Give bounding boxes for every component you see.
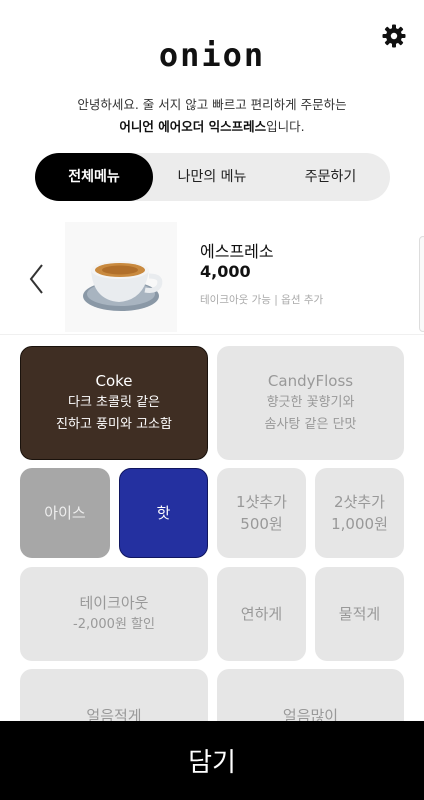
option-label: 아이스: [44, 504, 86, 522]
option-title: 테이크아웃: [79, 594, 149, 612]
option-label: 물적게: [338, 605, 381, 623]
option-price: 1,000원: [331, 515, 388, 533]
option-title: Coke: [95, 372, 133, 390]
option-label: 2샷추가: [334, 493, 385, 511]
tab-my-menu[interactable]: 나만의 메뉴: [153, 153, 271, 201]
bean-candyfloss-option[interactable]: CandyFloss 향긋한 꽃향기와 솜사탕 같은 단맛: [217, 346, 404, 460]
weaker-option[interactable]: 연하게: [217, 567, 306, 661]
add-2-shot-option[interactable]: 2샷추가 1,000원: [315, 468, 404, 558]
option-desc: 진하고 풍미와 고소함: [56, 417, 172, 432]
brand-logo: onion: [158, 36, 266, 74]
option-label: 핫: [156, 504, 171, 522]
espresso-image: [65, 222, 177, 332]
tab-all-menu[interactable]: 전체메뉴: [35, 153, 153, 201]
add-1-shot-option[interactable]: 1샷추가 500원: [217, 468, 306, 558]
divider: [0, 334, 424, 335]
next-product-peek[interactable]: [419, 236, 424, 332]
option-desc: 다크 초콜릿 같은: [68, 395, 160, 410]
option-title: CandyFloss: [267, 372, 354, 390]
less-water-option[interactable]: 물적게: [315, 567, 404, 661]
takeout-option[interactable]: 테이크아웃 -2,000원 할인: [20, 567, 208, 661]
option-label: 1샷추가: [236, 493, 287, 511]
option-label: 연하게: [240, 605, 283, 623]
option-desc: 솜사탕 같은 단맛: [264, 417, 357, 432]
previous-arrow-icon[interactable]: [26, 262, 50, 296]
option-discount: -2,000원 할인: [73, 617, 155, 632]
product-options-hint: 테이크아웃 가능 | 옵션 추가: [200, 294, 324, 306]
greeting-text-2: 어니언 에어오더 익스프레스입니다.: [0, 116, 424, 135]
option-price: 500원: [240, 515, 283, 533]
ice-option[interactable]: 아이스: [20, 468, 110, 558]
menu-tabs: 전체메뉴 나만의 메뉴 주문하기: [35, 153, 390, 201]
greeting-suffix: 입니다.: [266, 119, 305, 134]
service-name: 어니언 에어오더 익스프레스: [119, 119, 267, 134]
greeting-text: 안녕하세요. 줄 서지 않고 빠르고 편리하게 주문하는: [77, 97, 347, 112]
option-desc: 향긋한 꽃향기와: [266, 395, 355, 410]
product-price: 4,000: [200, 262, 251, 281]
add-to-cart-button[interactable]: 담기: [0, 721, 424, 800]
product-name: 에스프레소: [200, 242, 274, 261]
bean-coke-option[interactable]: Coke 다크 초콜릿 같은 진하고 풍미와 고소함: [20, 346, 208, 460]
tab-order[interactable]: 주문하기: [271, 153, 390, 201]
hot-option[interactable]: 핫: [119, 468, 208, 558]
